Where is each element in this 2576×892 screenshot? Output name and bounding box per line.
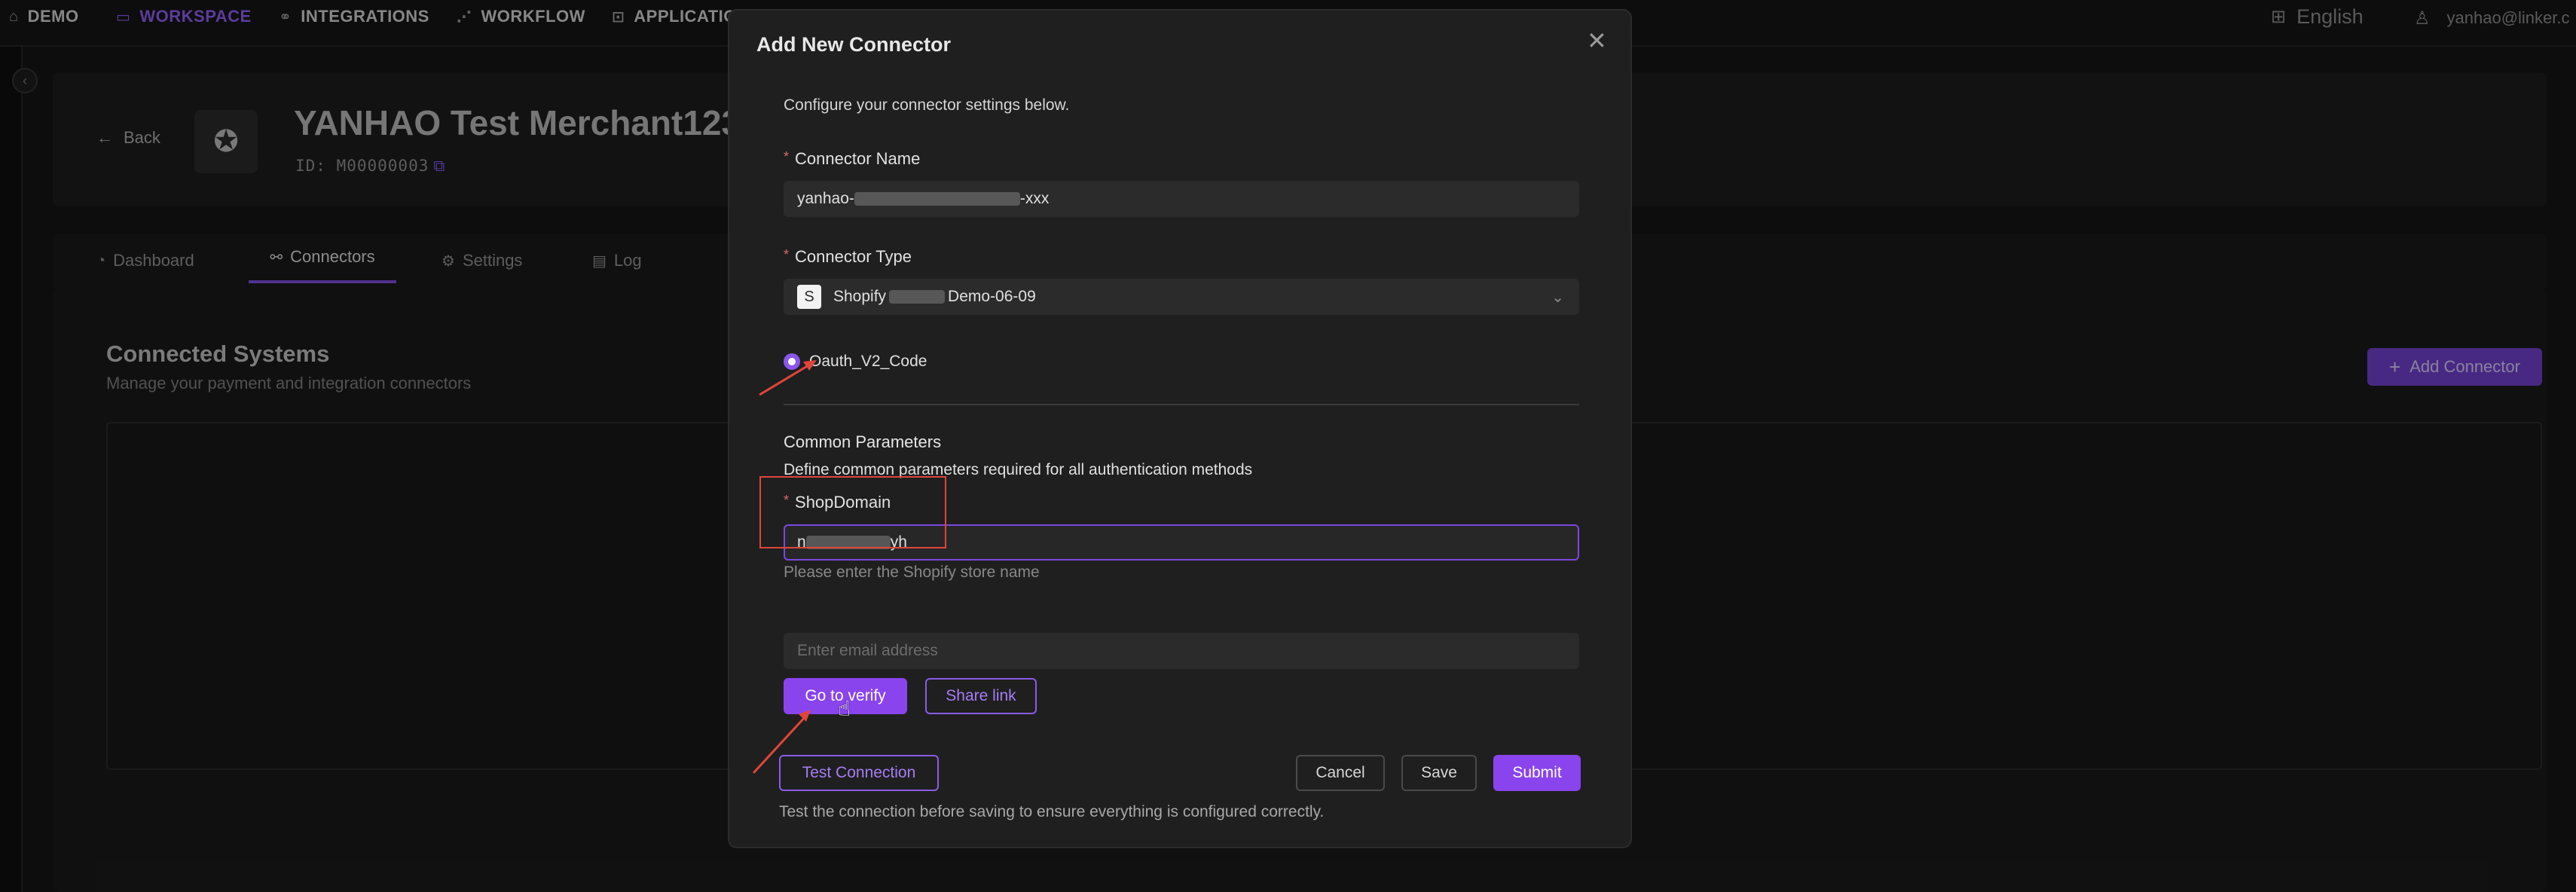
annotation-arrow-verify xyxy=(752,710,811,774)
annotation-arrow-radio xyxy=(759,360,817,396)
mouse-cursor-icon: ☝ xyxy=(838,697,851,720)
annotation-arrows xyxy=(752,360,817,774)
